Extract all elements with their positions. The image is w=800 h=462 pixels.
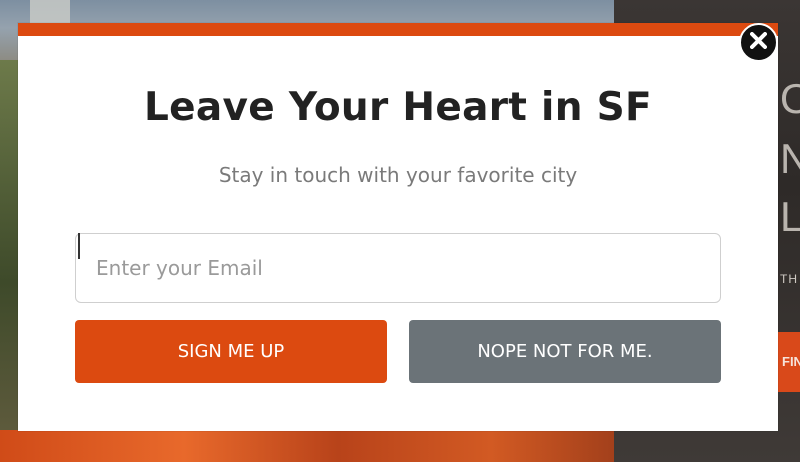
building-silhouette [30, 0, 70, 24]
rooftops [0, 430, 614, 462]
modal-accent-bar [18, 23, 778, 36]
sign-up-button[interactable]: SIGN ME UP [75, 320, 387, 383]
modal-title: Leave Your Heart in SF [143, 85, 652, 130]
background-heading-letter: N [780, 135, 800, 182]
background-heading-letter: L [780, 193, 800, 240]
email-input[interactable] [75, 233, 721, 303]
tree-silhouette [0, 60, 18, 430]
background-heading-letter: O [780, 75, 800, 122]
decline-button[interactable]: NOPE NOT FOR ME. [409, 320, 721, 383]
newsletter-modal: Leave Your Heart in SF Stay in touch wit… [18, 23, 778, 431]
close-button[interactable] [739, 23, 778, 62]
background-subtext: TH [780, 272, 798, 286]
close-icon [750, 32, 767, 53]
modal-subtitle: Stay in touch with your favorite city [218, 163, 578, 187]
text-cursor [78, 233, 80, 259]
